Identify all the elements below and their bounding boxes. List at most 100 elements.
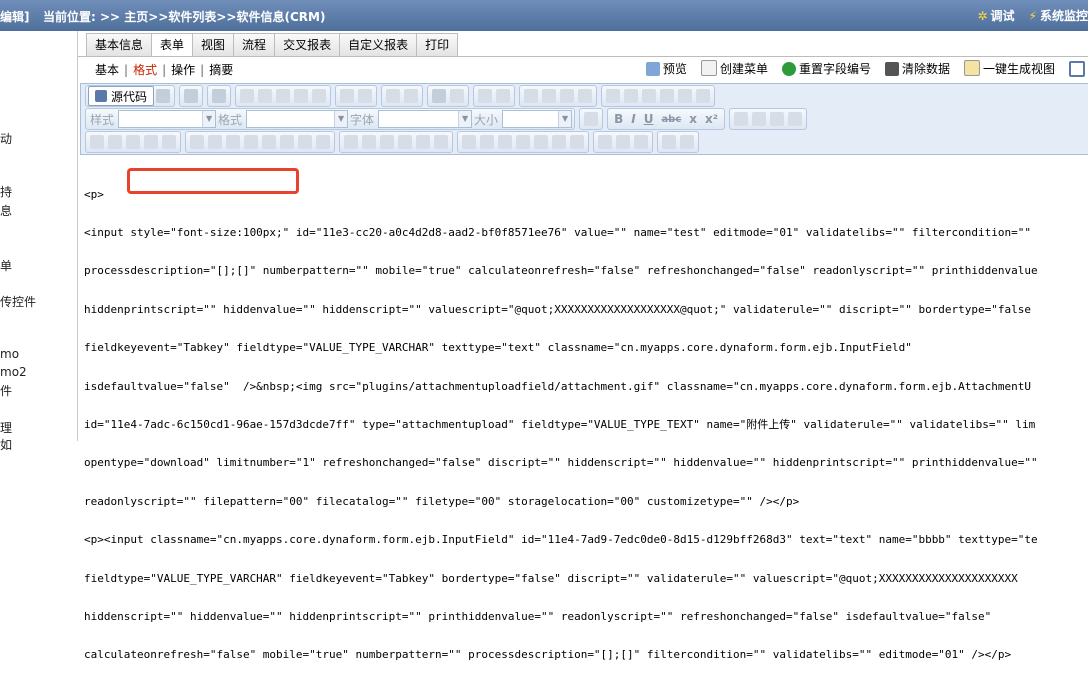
smiley-icon[interactable] <box>678 89 693 103</box>
size-select[interactable]: ▼ <box>502 110 573 128</box>
nav-item[interactable]: 持 <box>0 183 12 200</box>
bold-button[interactable]: B <box>614 112 623 126</box>
reset-field-number-button[interactable]: 重置字段编号 <box>781 60 871 77</box>
tab-print[interactable]: 打印 <box>416 33 459 56</box>
create-menu-button[interactable]: 创建菜单 <box>700 60 768 77</box>
tab-flow[interactable]: 流程 <box>233 33 276 56</box>
div-icon[interactable] <box>578 89 593 103</box>
map-icon[interactable] <box>434 135 448 149</box>
paste-word-icon[interactable] <box>312 89 327 103</box>
horizontal-rule-icon[interactable] <box>660 89 675 103</box>
button-field-icon[interactable] <box>262 135 276 149</box>
edit-icon[interactable] <box>462 135 476 149</box>
indent-icon[interactable] <box>542 89 557 103</box>
tab-basic-info[interactable]: 基本信息 <box>86 33 153 56</box>
preview-doc-icon[interactable] <box>184 89 199 103</box>
subtab-basic[interactable]: 基本 <box>95 61 119 78</box>
nav-item[interactable]: 单 <box>0 257 12 274</box>
flash-icon[interactable] <box>624 89 639 103</box>
table-icon[interactable] <box>642 89 657 103</box>
bg-color-icon[interactable] <box>680 135 694 149</box>
nav-item[interactable]: mo <box>0 347 19 361</box>
align-justify-icon[interactable] <box>788 112 803 126</box>
source-code-button[interactable]: 源代码 <box>88 86 155 106</box>
outdent-icon[interactable] <box>524 89 539 103</box>
image-icon[interactable] <box>606 89 621 103</box>
copy-icon[interactable] <box>258 89 273 103</box>
paste-text-icon[interactable] <box>294 89 309 103</box>
tab-custom-report[interactable]: 自定义报表 <box>339 33 418 56</box>
font-select[interactable]: ▼ <box>378 110 473 128</box>
bulleted-list-icon[interactable] <box>496 89 511 103</box>
underline-button[interactable]: U <box>644 112 654 126</box>
numbered-list-icon[interactable] <box>478 89 493 103</box>
link-field-icon[interactable] <box>244 135 258 149</box>
image-upload-icon[interactable] <box>380 135 394 149</box>
nav-item[interactable]: 件 <box>0 382 12 399</box>
source-code-area[interactable]: <p> <input style="font-size:100px;" id="… <box>84 163 1088 675</box>
attachment-icon[interactable] <box>362 135 376 149</box>
nav-item[interactable]: 传控件 <box>0 293 36 310</box>
anchor-icon[interactable] <box>634 135 648 149</box>
subscript-button[interactable]: x <box>689 112 697 126</box>
flash-field-icon[interactable] <box>552 135 566 149</box>
radio-icon[interactable] <box>108 135 122 149</box>
generate-view-button[interactable]: 一键生成视图 <box>963 60 1055 77</box>
select-field-icon[interactable] <box>162 135 176 149</box>
style-select[interactable]: ▼ <box>118 110 217 128</box>
align-left-icon[interactable] <box>734 112 749 126</box>
sysmon-link[interactable]: ⚡ 系统监控 <box>1029 7 1088 24</box>
mobile-icon[interactable] <box>570 135 584 149</box>
cut-icon[interactable] <box>240 89 255 103</box>
paste-icon[interactable] <box>276 89 291 103</box>
clear-data-button[interactable]: 清除数据 <box>884 60 950 77</box>
save-icon[interactable] <box>156 89 171 103</box>
nav-item[interactable]: 动 <box>0 130 12 147</box>
nav-item[interactable]: mo2 <box>0 365 27 379</box>
replace-icon[interactable] <box>404 89 419 103</box>
text-color-icon[interactable] <box>662 135 676 149</box>
zoom-icon[interactable] <box>584 112 599 126</box>
tree-icon[interactable] <box>226 135 240 149</box>
template-icon[interactable] <box>212 89 227 103</box>
image-field-icon[interactable] <box>480 135 494 149</box>
superscript-button[interactable]: x² <box>705 112 718 126</box>
select-all-icon[interactable] <box>432 89 447 103</box>
format-select[interactable]: ▼ <box>246 110 349 128</box>
nav-item[interactable]: 如 <box>0 436 12 453</box>
tab-view[interactable]: 视图 <box>192 33 235 56</box>
include-icon[interactable] <box>298 135 312 149</box>
nav-item[interactable]: 息 <box>0 202 12 219</box>
photo-icon[interactable] <box>516 135 530 149</box>
remove-format-icon[interactable] <box>450 89 465 103</box>
find-icon[interactable] <box>386 89 401 103</box>
subtab-operation[interactable]: 操作 <box>171 61 195 78</box>
preview-button[interactable]: 预览 <box>645 60 687 77</box>
suggest-icon[interactable] <box>416 135 430 149</box>
tab-cross-report[interactable]: 交叉报表 <box>274 33 341 56</box>
calc-field-icon[interactable] <box>280 135 294 149</box>
italic-button[interactable]: I <box>631 112 635 126</box>
word-field-icon[interactable] <box>398 135 412 149</box>
date-field-icon[interactable] <box>208 135 222 149</box>
subtab-format[interactable]: 格式 <box>133 61 157 78</box>
tab-field-icon[interactable] <box>316 135 330 149</box>
subtab-summary[interactable]: 摘要 <box>209 61 233 78</box>
align-center-icon[interactable] <box>752 112 767 126</box>
checkbox-icon[interactable] <box>90 135 104 149</box>
special-char-icon[interactable] <box>696 89 711 103</box>
redo-icon[interactable] <box>358 89 373 103</box>
unlink-icon[interactable] <box>616 135 630 149</box>
tab-form[interactable]: 表单 <box>151 33 194 57</box>
textfield-icon[interactable] <box>126 135 140 149</box>
blockquote-icon[interactable] <box>560 89 575 103</box>
align-right-icon[interactable] <box>770 112 785 126</box>
window-button[interactable] <box>1069 60 1088 77</box>
debug-link[interactable]: ✲ 调试 <box>977 7 1014 24</box>
textarea-icon[interactable] <box>144 135 158 149</box>
link-icon[interactable] <box>598 135 612 149</box>
undo-icon[interactable] <box>340 89 355 103</box>
strike-button[interactable]: abc <box>661 114 681 125</box>
upload-icon[interactable] <box>344 135 358 149</box>
form-control-icon[interactable] <box>190 135 204 149</box>
